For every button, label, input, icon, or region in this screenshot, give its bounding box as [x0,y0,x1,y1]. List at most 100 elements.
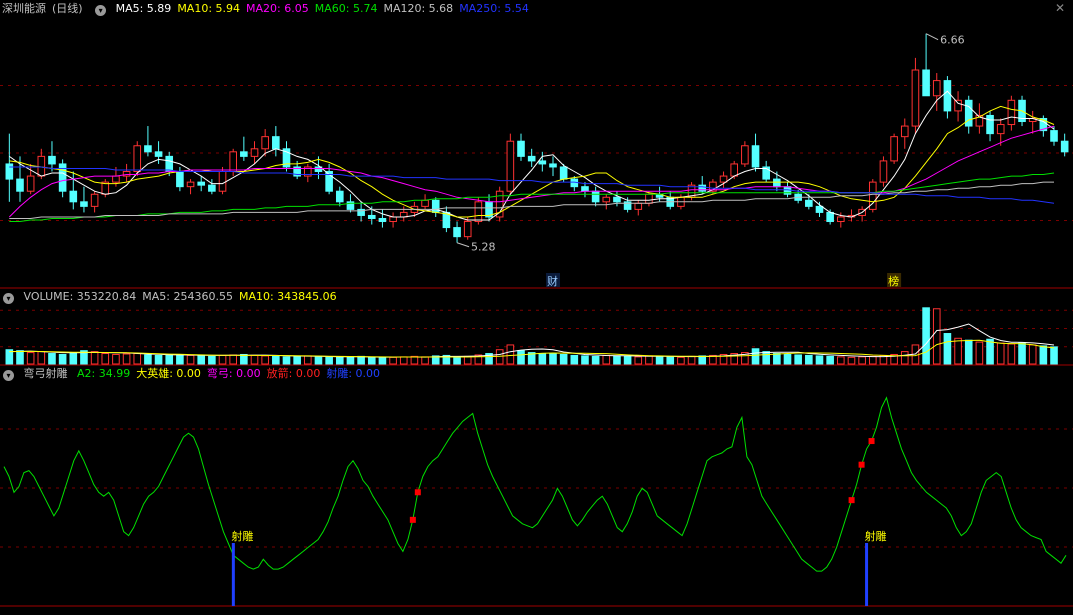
volume-bar [250,354,259,365]
candle-body [932,80,941,97]
volume-bar [943,333,952,365]
candle-body [80,201,88,207]
volume-bar [58,353,67,365]
volume-bar [399,356,408,365]
candle-body [527,155,536,162]
candle-body [538,160,547,165]
volume-bar [517,350,525,365]
candle-body [773,178,781,188]
volume-bar [122,353,131,365]
candle-body [1050,130,1058,142]
candle-body [645,193,653,204]
candle-body [112,175,120,183]
marker-bang: 榜 [888,274,899,288]
volume-bar [101,353,110,365]
candle-body [911,69,920,127]
shediao-signal-label: 射雕 [865,529,887,543]
volume-bar [506,344,515,365]
candle-body [900,125,909,138]
candle-body [144,145,152,153]
candle-body [634,202,643,210]
close-icon[interactable]: ✕ [1055,2,1067,14]
price-legend-item: MA120: 5.68 [383,2,454,15]
volume-bar [751,348,760,365]
volume-bar [570,354,579,365]
volume-bar [1050,346,1058,365]
candle-body [506,140,515,192]
candle-body [48,155,56,165]
volume-bar [112,353,120,365]
signal-dot [848,497,855,504]
volume-bar [847,356,856,365]
candle-body [730,163,739,177]
volume-legend-item: MA10: 343845.06 [238,290,337,303]
volume-bar [1018,342,1026,365]
candle-body [176,171,184,188]
volume-settings-icon[interactable]: ▾ [3,293,14,304]
volume-bar [687,355,696,365]
volume-bar [208,355,216,365]
candle-body [154,151,163,157]
indicator-name: 弯弓射雕 [23,367,68,380]
price-legend-item: MA250: 5.54 [459,2,529,15]
marker-cai: 财 [547,274,558,288]
signal-dot [409,516,416,523]
volume-legend: ▾ VOLUME: 353220.84 MA5: 254360.55 MA10: 3… [2,289,349,305]
volume-bar [996,342,1005,365]
candle-body [549,163,557,168]
shediao-signal-label: 射雕 [231,529,253,543]
volume-bar [272,355,280,365]
high-pointer [925,33,939,41]
candle-body [453,227,461,238]
candle-body [996,124,1005,135]
price-settings-icon[interactable]: ▾ [95,5,107,16]
indicator-legend-item: 大英雄: 0.00 [136,367,201,380]
volume-bar [837,356,845,365]
volume-bar [538,353,547,365]
candle-body [741,145,749,165]
volume-bar [410,355,419,365]
candle-body [197,181,206,186]
candle-body [26,175,35,192]
candle-body [16,178,24,192]
high-label: 6.66 [940,34,965,47]
volume-bar [655,355,664,365]
volume-bar [357,355,365,365]
candle-body [879,160,888,183]
candle-body [922,69,930,97]
candle-body [815,205,824,213]
volume-bar [304,355,312,365]
indicator-settings-icon[interactable]: ▾ [3,370,14,381]
indicator-legend-item: A2: 34.99 [77,367,131,380]
candle-body [890,136,898,162]
shediao-signal-bar [231,543,235,606]
volume-bar [762,351,770,365]
volume-bar [69,352,78,365]
volume-bar [826,355,834,365]
price-legend-item: MA60: 5.74 [314,2,378,15]
candle-body [378,217,387,223]
volume-bar [186,354,195,365]
volume-bar [325,356,333,365]
volume-bar [335,356,344,365]
volume-bar [453,356,461,365]
indicator-legend: ▾ 弯弓射雕 A2: 34.99 大英雄: 0.00 弯弓: 0.00 放箭: 0.0… [2,366,392,382]
volume-bar [698,355,707,365]
volume-bar [389,356,397,365]
candle-body [133,145,142,173]
stock-name: 深圳能源 (日线) [2,2,83,15]
candle-body [250,148,259,157]
candle-body [837,216,845,223]
candle-body [591,190,600,203]
volume-bar [144,354,152,365]
low-label: 5.28 [471,241,496,254]
volume-bar [805,354,813,365]
volume-bar [261,355,269,365]
candle-body [698,184,707,192]
volume-bar [282,356,291,365]
volume-legend-item: VOLUME: 353220.84 [23,290,137,303]
volume-bar [1007,343,1016,365]
a2-line [3,396,1067,572]
volume-bar [868,355,877,365]
volume-bar [986,338,994,365]
